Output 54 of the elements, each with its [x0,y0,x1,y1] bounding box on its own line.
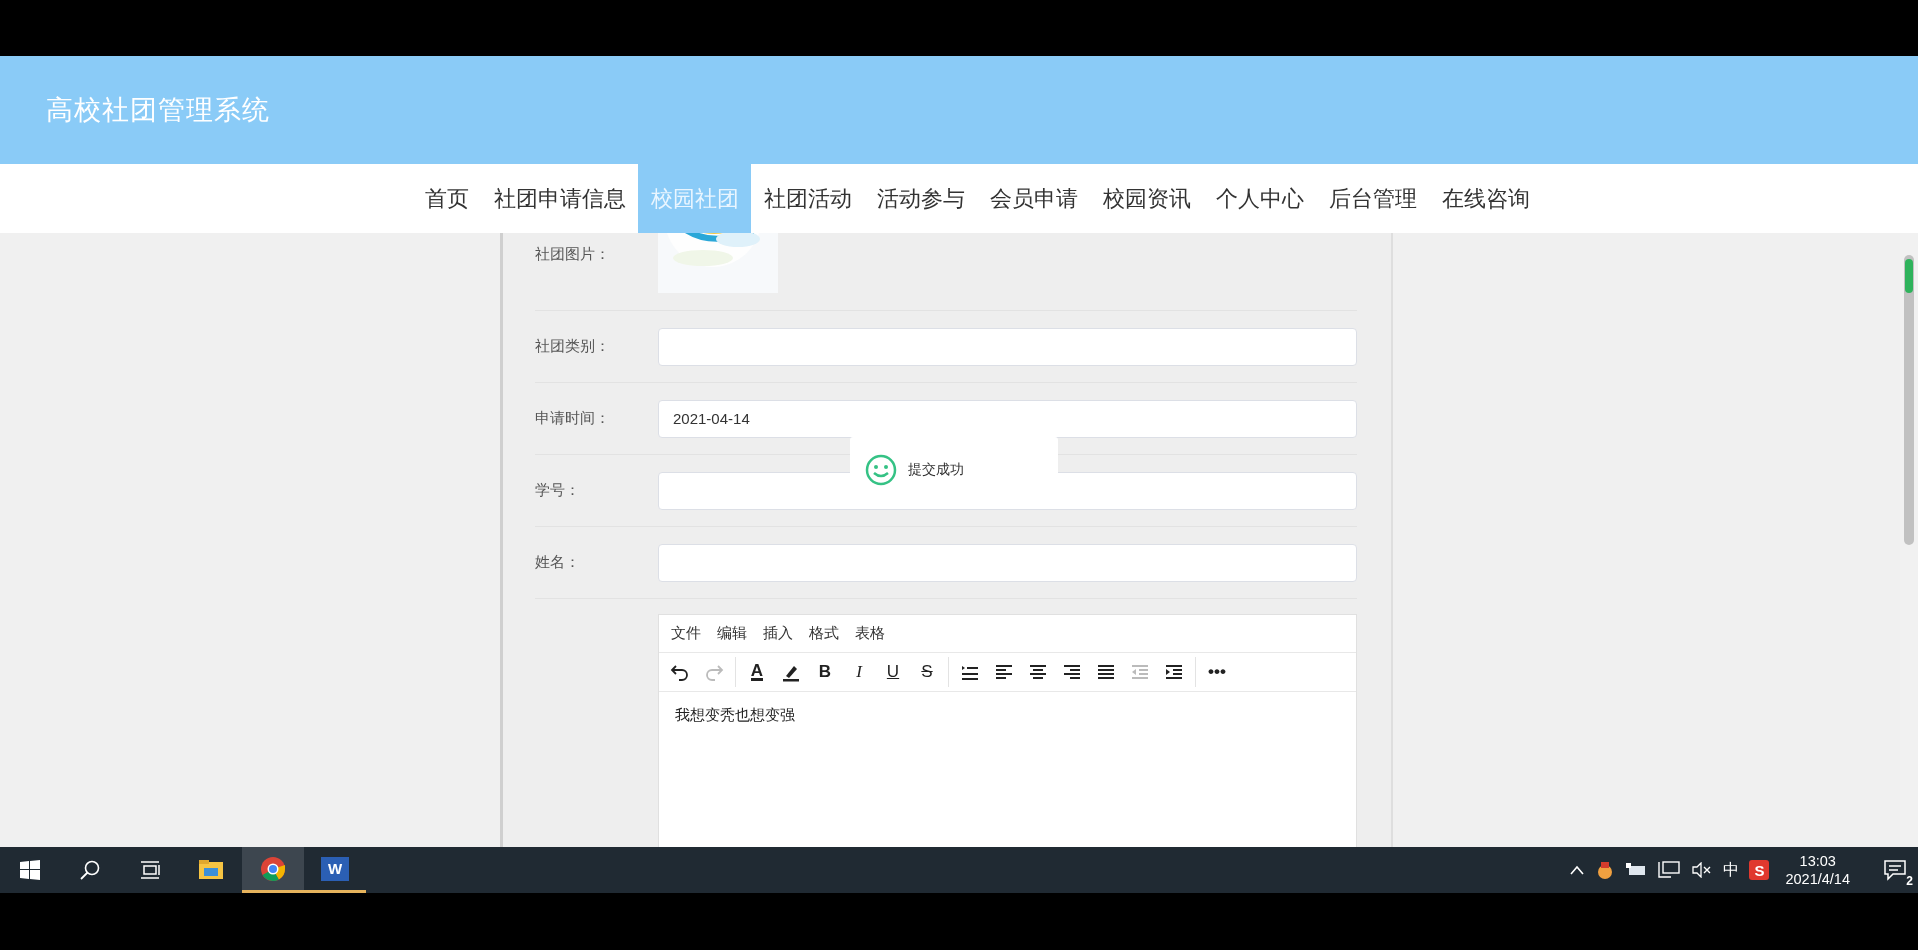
editor-menu-item[interactable]: 表格 [848,624,892,643]
editor-menu-item[interactable]: 格式 [802,624,846,643]
bold-button[interactable]: B [808,657,842,687]
align-right-icon [1062,662,1082,682]
nav-tab[interactable]: 首页 [412,164,481,233]
align-left-icon [994,662,1014,682]
smiley-icon [864,453,898,487]
nav-tab[interactable]: 校园资讯 [1090,164,1203,233]
outdent-icon [1130,662,1150,682]
nav-tab[interactable]: 活动参与 [864,164,977,233]
italic-button[interactable]: I [842,657,876,687]
input-field[interactable] [658,543,1357,582]
align-center-icon [1028,662,1048,682]
undo-icon [670,662,690,682]
form-label: 学号： [535,481,581,500]
nav-tab[interactable]: 在线咨询 [1429,164,1542,233]
nav-tab[interactable]: 个人中心 [1203,164,1316,233]
editor-menu-item[interactable]: 编辑 [710,624,754,643]
message-icon [1883,859,1907,881]
toast-message: 提交成功 [908,461,964,479]
nav-tab[interactable]: 社团申请信息 [481,164,638,233]
strikethrough-button[interactable]: S [910,657,944,687]
form-label: 姓名： [535,553,581,572]
form-label: 社团图片： [535,245,611,264]
chevron-up-icon [1569,864,1586,876]
nav-tab[interactable]: 会员申请 [977,164,1090,233]
redo-icon [704,662,724,682]
form-label: 社团类别： [535,337,611,356]
input-field[interactable]: 2021-04-14 [658,399,1357,438]
task-view-icon [139,859,161,881]
browser-icon [259,854,287,883]
site-title: 高校社团管理系统 [46,94,270,127]
editor-menu-item[interactable]: 插入 [756,624,800,643]
more-button[interactable]: ••• [1200,657,1234,687]
taskbar-app[interactable] [242,847,304,893]
text-color-button[interactable]: A [740,657,774,687]
notification-button[interactable]: 2 [1872,847,1918,893]
windows-icon [20,860,40,880]
clock-time[interactable]: 13:03 [1799,852,1836,870]
input-method-icon[interactable]: S [1749,860,1770,880]
input-method-indicator[interactable]: 中 [1723,859,1740,881]
nav-tab[interactable]: 社团活动 [751,164,864,233]
form-label: 申请时间： [535,409,611,428]
editor-menu-item[interactable]: 文件 [664,624,708,643]
editor-text: 我想变秃也想变强 [674,705,796,725]
indent-icon [1164,662,1184,682]
word-icon: W [321,856,349,881]
underline-button[interactable]: U [876,657,910,687]
justify-icon [1096,662,1116,682]
clock-date[interactable]: 2021/4/14 [1785,870,1850,888]
input-field[interactable] [658,327,1357,366]
nav-tab[interactable]: 后台管理 [1316,164,1429,233]
search-icon [79,859,101,881]
network-icon [1657,860,1682,880]
